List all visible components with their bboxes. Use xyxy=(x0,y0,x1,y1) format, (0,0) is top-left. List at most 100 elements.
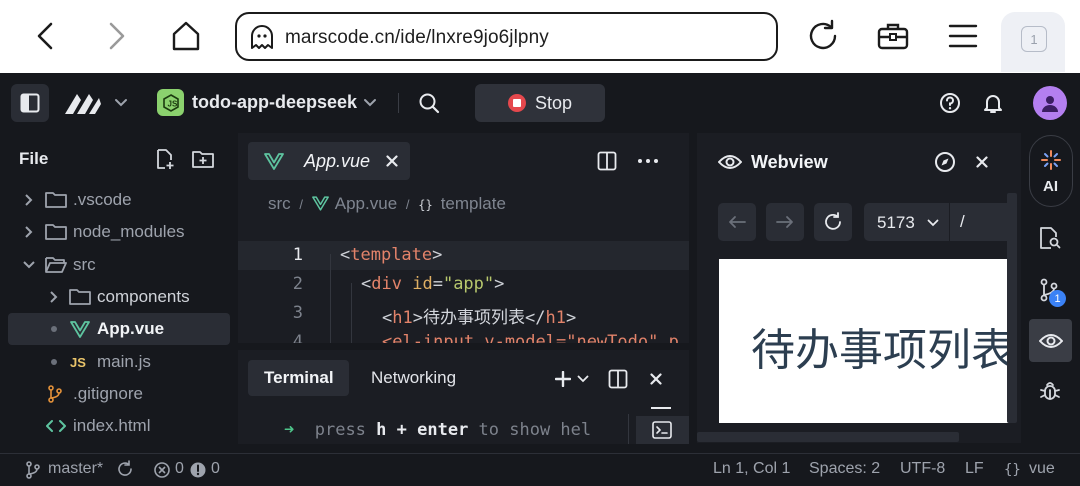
breadcrumb-item[interactable]: App.vue xyxy=(335,194,397,213)
code-line[interactable]: 1 <template> xyxy=(238,241,689,270)
folder-icon xyxy=(45,191,67,209)
code-brackets-icon xyxy=(46,419,66,433)
stop-button[interactable]: Stop xyxy=(475,84,605,122)
port-value: 5173 xyxy=(877,213,915,232)
code-line[interactable]: 2 <div id="app"> xyxy=(238,270,689,299)
braces-icon: {} xyxy=(1004,462,1021,478)
tree-item-label: node_modules xyxy=(73,222,185,241)
sync-icon[interactable] xyxy=(116,460,134,478)
menu-icon[interactable] xyxy=(941,14,985,58)
tree-item-components[interactable]: components xyxy=(8,281,230,313)
terminal-icon xyxy=(652,421,672,439)
search-icon[interactable] xyxy=(416,90,442,116)
ai-assistant-button[interactable]: AI xyxy=(1029,135,1073,207)
code-line[interactable]: 4 <el-input v-model="newTodo" p xyxy=(238,328,689,343)
toolbox-icon[interactable] xyxy=(871,14,915,58)
tree-item-main-js[interactable]: JS main.js xyxy=(8,346,230,378)
tree-item-index-html[interactable]: index.html xyxy=(8,410,230,442)
breadcrumb-item[interactable]: src xyxy=(268,194,291,213)
indentation[interactable]: Spaces: 2 xyxy=(809,460,880,478)
more-options-icon[interactable] xyxy=(637,158,659,164)
webview-content[interactable]: 待办事项列表 xyxy=(719,259,1009,423)
port-selector[interactable]: 5173 / xyxy=(864,203,1014,241)
vue-icon xyxy=(311,196,329,211)
add-terminal-icon[interactable] xyxy=(555,371,571,387)
nodejs-project-icon: JS xyxy=(157,89,184,116)
project-chevron-icon[interactable] xyxy=(360,93,380,113)
forward-icon[interactable] xyxy=(94,14,138,58)
webview-toggle-button[interactable] xyxy=(1029,319,1072,362)
editor-tab-label: App.vue xyxy=(304,151,371,171)
tree-item-node-modules[interactable]: node_modules xyxy=(8,216,230,248)
git-branch-icon xyxy=(26,461,40,479)
webview-forward-button[interactable] xyxy=(766,203,804,241)
toggle-sidebar-icon[interactable] xyxy=(11,84,49,122)
tree-item-vscode[interactable]: .vscode xyxy=(8,184,230,216)
chevron-down-icon[interactable] xyxy=(110,93,132,113)
webview-refresh-button[interactable] xyxy=(814,203,852,241)
code-text: <el-input v-model="newTodo" p xyxy=(382,332,679,343)
path-input[interactable]: / xyxy=(960,212,965,232)
close-panel-icon[interactable] xyxy=(650,373,662,385)
close-webview-icon[interactable] xyxy=(976,156,988,168)
activity-bar: AI 1 xyxy=(1025,133,1080,453)
split-terminal-icon[interactable] xyxy=(608,369,628,389)
vue-icon xyxy=(264,153,284,170)
marscode-logo-icon[interactable] xyxy=(62,87,104,119)
line-ending[interactable]: LF xyxy=(965,460,984,478)
line-number: 1 xyxy=(292,245,303,265)
new-file-icon[interactable] xyxy=(154,148,176,170)
debug-icon[interactable] xyxy=(1039,379,1061,403)
webview-panel: Webview 5173 / 待办事项列表 xyxy=(697,133,1021,443)
tree-item-label: main.js xyxy=(97,352,151,371)
project-name[interactable]: todo-app-deepseek xyxy=(192,92,357,113)
tree-item-app-vue[interactable]: App.vue xyxy=(8,313,230,345)
tree-item-label: components xyxy=(97,287,190,306)
help-icon[interactable] xyxy=(937,90,963,116)
modified-dot xyxy=(51,359,57,365)
code-line[interactable]: 3 <h1>待办事项列表</h1> xyxy=(238,299,689,328)
source-control-badge: 1 xyxy=(1049,290,1066,307)
cursor-position[interactable]: Ln 1, Col 1 xyxy=(713,460,790,478)
branch-name[interactable]: master* xyxy=(48,460,103,478)
site-ghost-icon xyxy=(249,24,275,50)
breadcrumb-item[interactable]: template xyxy=(441,194,506,213)
tab-networking[interactable]: Networking xyxy=(371,368,456,388)
tree-item-gitignore[interactable]: .gitignore xyxy=(8,378,230,410)
new-folder-icon[interactable] xyxy=(192,149,214,169)
close-tab-icon[interactable] xyxy=(386,155,398,167)
tab-terminal[interactable]: Terminal xyxy=(248,360,349,396)
split-editor-icon[interactable] xyxy=(597,151,617,171)
chevron-right-icon xyxy=(49,290,59,304)
warning-icon[interactable] xyxy=(190,462,206,478)
code-editor: App.vue src / App.vue / {} template 1 <te… xyxy=(238,133,689,343)
file-search-icon[interactable] xyxy=(1039,226,1061,250)
terminal-instance-button[interactable] xyxy=(636,416,689,444)
vertical-scrollbar[interactable] xyxy=(1007,193,1017,423)
divider xyxy=(949,203,950,241)
error-count[interactable]: 0 xyxy=(175,460,184,478)
bell-icon[interactable] xyxy=(980,90,1006,116)
compass-icon[interactable] xyxy=(934,151,956,173)
tabs-button[interactable]: 1 xyxy=(1001,12,1065,72)
encoding[interactable]: UTF-8 xyxy=(900,460,945,478)
avatar[interactable] xyxy=(1033,86,1067,120)
editor-tab-app-vue[interactable]: App.vue xyxy=(248,142,410,180)
webview-back-button[interactable] xyxy=(718,203,756,241)
horizontal-scrollbar[interactable] xyxy=(697,432,959,442)
tab-count: 1 xyxy=(1021,26,1047,52)
chevron-down-icon[interactable] xyxy=(577,375,589,383)
address-bar[interactable]: marscode.cn/ide/lnxre9jo6jlpny xyxy=(235,12,778,61)
warning-count[interactable]: 0 xyxy=(211,460,220,478)
reload-icon[interactable] xyxy=(801,14,845,58)
home-icon[interactable] xyxy=(164,14,208,58)
tree-item-src[interactable]: src xyxy=(8,249,230,281)
modified-dot xyxy=(51,326,57,332)
stop-icon xyxy=(508,94,526,112)
ai-label: AI xyxy=(1043,178,1058,195)
divider xyxy=(628,414,629,444)
error-icon[interactable] xyxy=(154,462,170,478)
chevron-down-icon xyxy=(927,219,939,227)
back-icon[interactable] xyxy=(24,14,68,58)
language-mode[interactable]: vue xyxy=(1029,460,1055,478)
